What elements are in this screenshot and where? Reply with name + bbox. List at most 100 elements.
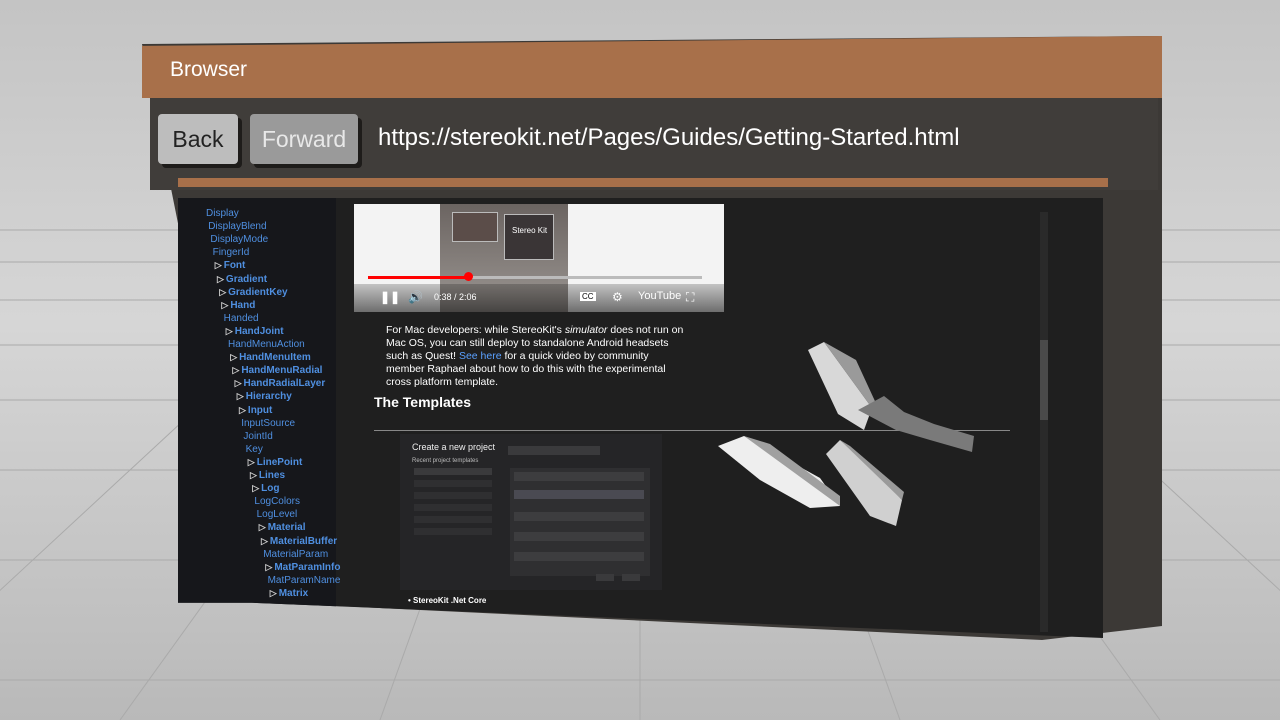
template-screenshot: Create a new project Recent project temp… bbox=[400, 434, 662, 590]
expand-triangle-icon[interactable]: ▷ bbox=[261, 536, 268, 546]
volume-icon[interactable]: 🔊 bbox=[408, 290, 423, 304]
sidebar-item[interactable]: FingerId bbox=[213, 247, 250, 258]
dialog-row bbox=[514, 512, 644, 521]
expand-triangle-icon[interactable]: ▷ bbox=[217, 274, 224, 284]
sidebar-item[interactable]: ▷ LinePoint bbox=[248, 457, 302, 468]
sidebar-item[interactable]: ▷ GradientKey bbox=[219, 287, 287, 298]
sidebar-item[interactable]: ▷ HandMenuRadial bbox=[232, 365, 322, 376]
captions-icon[interactable]: CC bbox=[580, 292, 596, 301]
thumb-label: Stereo Kit bbox=[512, 226, 548, 235]
video-progress-fill bbox=[368, 276, 469, 279]
sidebar-item[interactable]: HandMenuAction bbox=[228, 339, 305, 350]
dialog-title: Create a new project bbox=[412, 442, 496, 452]
expand-triangle-icon[interactable]: ▷ bbox=[215, 260, 222, 270]
sidebar-item-label: HandJoint bbox=[234, 325, 284, 337]
sidebar-item-label: Log bbox=[261, 483, 280, 495]
expand-triangle-icon[interactable]: ▷ bbox=[248, 457, 255, 467]
sidebar-item[interactable]: Handed bbox=[224, 313, 259, 324]
sidebar-item[interactable]: DisplayMode bbox=[210, 234, 268, 245]
expand-triangle-icon[interactable]: ▷ bbox=[232, 365, 239, 375]
title-bar[interactable] bbox=[142, 36, 1162, 98]
sidebar-item[interactable]: ▷ Hand bbox=[221, 300, 255, 311]
sidebar-item-label: GradientKey bbox=[228, 286, 288, 298]
settings-gear-icon[interactable]: ⚙ bbox=[612, 290, 623, 304]
expand-triangle-icon[interactable]: ▷ bbox=[237, 391, 244, 401]
sidebar-item[interactable]: MatParamName bbox=[268, 575, 341, 586]
sidebar-item[interactable]: ▷ Input bbox=[239, 405, 272, 416]
sidebar-item-label: HandRadialLayer bbox=[243, 378, 326, 390]
sidebar-item-label: Material bbox=[267, 522, 306, 534]
sidebar-item[interactable]: ▷ Hierarchy bbox=[237, 391, 292, 402]
sidebar-item-label: Font bbox=[223, 260, 246, 272]
sidebar-item[interactable]: ▷ HandMenuItem bbox=[230, 352, 311, 363]
pause-icon[interactable]: ❚❚ bbox=[380, 290, 400, 304]
sidebar-item[interactable]: ▷ MatParamInfo bbox=[265, 562, 340, 573]
web-content[interactable]: Display DisplayBlend DisplayMode FingerId ▷ F… bbox=[178, 198, 1103, 638]
sidebar-item-label: DisplayMode bbox=[210, 234, 269, 246]
heading-rule bbox=[374, 430, 1010, 431]
bullet-text: StereoKit .Net Core bbox=[413, 596, 487, 605]
forward-button[interactable]: Forward bbox=[250, 114, 358, 164]
sidebar-item[interactable]: InputSource bbox=[241, 418, 295, 429]
sidebar-item-label: Handed bbox=[223, 312, 259, 324]
sidebar-item[interactable]: DisplayBlend bbox=[208, 221, 266, 232]
sidebar-item[interactable]: Key bbox=[246, 444, 263, 455]
sidebar-item-label: Hierarchy bbox=[245, 391, 292, 403]
sidebar-item-label: InputSource bbox=[241, 417, 296, 429]
sidebar-item-label: Display bbox=[206, 208, 239, 219]
sidebar-item[interactable]: MaterialParam bbox=[263, 549, 328, 560]
sidebar-item[interactable]: ▷ Log bbox=[252, 483, 279, 494]
fullscreen-icon[interactable]: ⛶ bbox=[686, 290, 694, 305]
sidebar-item[interactable]: JointId bbox=[243, 431, 272, 442]
sidebar-item[interactable]: LogColors bbox=[254, 496, 300, 507]
sidebar-item-label: HandMenuRadial bbox=[241, 365, 323, 377]
dialog-button bbox=[596, 574, 614, 581]
sidebar-item[interactable]: LogLevel bbox=[257, 509, 298, 520]
url-field[interactable]: https://stereokit.net/Pages/Guides/Getti… bbox=[378, 124, 960, 152]
bullet-item: • StereoKit .Net Core bbox=[408, 596, 487, 605]
expand-triangle-icon[interactable]: ▷ bbox=[250, 470, 257, 480]
expand-triangle-icon[interactable]: ▷ bbox=[230, 352, 237, 362]
video-player[interactable]: Stereo Kit ❚❚ 🔊 0:38 / 2:06 CC ⚙ YouTube… bbox=[354, 204, 724, 312]
dialog-row bbox=[414, 516, 492, 523]
sidebar-item-label: HandMenuItem bbox=[239, 352, 311, 364]
back-button[interactable]: Back bbox=[158, 114, 238, 164]
scrollbar-thumb[interactable] bbox=[1040, 340, 1048, 420]
sidebar-item-label: Input bbox=[247, 404, 273, 416]
sidebar-item-label: MaterialParam bbox=[263, 548, 329, 560]
expand-triangle-icon[interactable]: ▷ bbox=[239, 405, 246, 415]
expand-triangle-icon[interactable]: ▷ bbox=[259, 522, 266, 532]
sidebar-item[interactable]: ▷ Matrix bbox=[270, 588, 308, 599]
window-title: Browser bbox=[170, 58, 248, 81]
sidebar-item-label: FingerId bbox=[212, 247, 250, 259]
dialog-row bbox=[414, 528, 492, 535]
sidebar-item[interactable]: ▷ Material bbox=[259, 522, 306, 533]
address-underline bbox=[178, 178, 1108, 187]
sidebar-item[interactable]: ▷ Lines bbox=[250, 470, 285, 481]
section-heading: The Templates bbox=[374, 394, 471, 410]
sidebar-item-label: MatParamName bbox=[267, 574, 341, 586]
sidebar-item-label: Gradient bbox=[225, 273, 268, 285]
dialog-row bbox=[414, 504, 492, 511]
expand-triangle-icon[interactable]: ▷ bbox=[219, 287, 226, 297]
expand-triangle-icon[interactable]: ▷ bbox=[252, 483, 259, 493]
expand-triangle-icon[interactable]: ▷ bbox=[226, 326, 233, 336]
sidebar-item-label: MatParamInfo bbox=[274, 561, 341, 573]
sidebar-item[interactable]: Display bbox=[206, 208, 239, 219]
youtube-logo[interactable]: YouTube bbox=[638, 290, 681, 302]
sidebar-item-label: Lines bbox=[258, 470, 286, 481]
sidebar-item[interactable]: ▷ HandRadialLayer bbox=[235, 378, 326, 389]
vertical-scrollbar[interactable] bbox=[1040, 212, 1048, 632]
sidebar-item[interactable]: ▷ Font bbox=[215, 260, 246, 271]
expand-triangle-icon[interactable]: ▷ bbox=[221, 300, 228, 310]
expand-triangle-icon[interactable]: ▷ bbox=[270, 588, 277, 598]
sidebar-item[interactable]: ▷ Gradient bbox=[217, 274, 267, 285]
dialog-search bbox=[508, 446, 600, 455]
expand-triangle-icon[interactable]: ▷ bbox=[235, 378, 242, 388]
dialog-row bbox=[414, 492, 492, 499]
see-here-link[interactable]: See here bbox=[459, 350, 502, 362]
sidebar-item[interactable]: ▷ MaterialBuffer bbox=[261, 536, 337, 547]
sidebar-item[interactable]: ▷ HandJoint bbox=[226, 326, 284, 337]
expand-triangle-icon[interactable]: ▷ bbox=[265, 562, 272, 572]
video-progress-track[interactable] bbox=[468, 276, 702, 279]
